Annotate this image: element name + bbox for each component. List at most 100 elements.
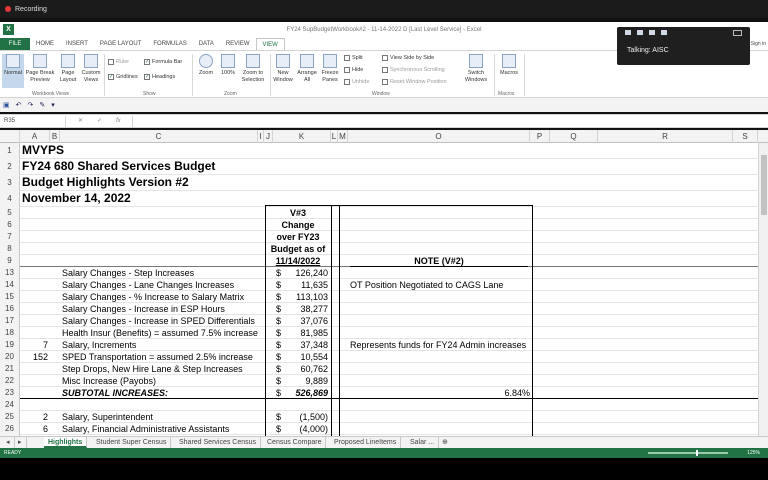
row-number[interactable]: 14 bbox=[0, 279, 20, 291]
cell-k[interactable]: (4,000) bbox=[282, 423, 328, 435]
cell-currency[interactable]: $ bbox=[276, 339, 281, 351]
cell-c[interactable]: Salary Changes - Increase in ESP Hours bbox=[62, 303, 225, 315]
cell-k[interactable]: 10,554 bbox=[282, 351, 328, 363]
formula-input[interactable] bbox=[132, 116, 764, 127]
row-number[interactable]: 4 bbox=[0, 191, 20, 207]
name-box[interactable]: R35 bbox=[2, 116, 66, 127]
cell-k[interactable]: (1,500) bbox=[282, 411, 328, 423]
cell-k[interactable]: 11,635 bbox=[282, 279, 328, 291]
freeze-panes-button[interactable]: Freeze Panes bbox=[319, 54, 341, 88]
sheet-tab-highlights[interactable]: Highlights bbox=[44, 437, 88, 448]
switch-windows-button[interactable]: Switch Windows bbox=[460, 54, 492, 88]
cell-currency[interactable]: $ bbox=[276, 267, 281, 279]
zoom-button[interactable]: Zoom bbox=[195, 54, 217, 88]
cell-currency[interactable]: $ bbox=[276, 363, 281, 375]
cell-a[interactable]: 152 bbox=[20, 351, 48, 363]
row-number[interactable]: 25 bbox=[0, 411, 20, 423]
cell-c[interactable]: SPED Transportation = assumed 2.5% incre… bbox=[62, 351, 253, 363]
note-header[interactable]: NOTE (V#2) bbox=[350, 255, 528, 267]
cell-k[interactable]: 126,240 bbox=[282, 267, 328, 279]
header-cell[interactable]: Budget as of bbox=[266, 243, 330, 255]
sign-in-link[interactable]: Sign in bbox=[751, 38, 766, 50]
tab-formulas[interactable]: FORMULAS bbox=[147, 38, 192, 50]
tab-insert[interactable]: INSERT bbox=[60, 38, 94, 50]
enter-icon[interactable]: ✓ bbox=[97, 116, 102, 127]
cell-a[interactable] bbox=[20, 291, 48, 303]
cell-currency[interactable]: $ bbox=[276, 279, 281, 291]
cell-a[interactable] bbox=[20, 303, 48, 315]
cell-k[interactable]: 38,277 bbox=[282, 303, 328, 315]
cell-currency[interactable]: $ bbox=[276, 327, 281, 339]
cell-k[interactable] bbox=[282, 399, 328, 411]
cell-currency[interactable]: $ bbox=[276, 423, 281, 435]
zoom-100-button[interactable]: 100% bbox=[218, 54, 238, 88]
cell-c[interactable]: SUBTOTAL INCREASES: bbox=[62, 387, 168, 399]
column-header[interactable]: B bbox=[50, 130, 60, 143]
cell-title[interactable]: FY24 680 Shared Services Budget bbox=[22, 159, 215, 173]
cancel-icon[interactable]: ✕ bbox=[78, 116, 83, 127]
redo-icon[interactable]: ↷ bbox=[28, 101, 34, 109]
cell-a[interactable] bbox=[20, 327, 48, 339]
synchronous-scrolling-button[interactable]: Synchronous Scrolling bbox=[382, 67, 445, 73]
macros-button[interactable]: Macros bbox=[497, 54, 521, 88]
row-number[interactable]: 8 bbox=[0, 243, 20, 255]
cell-currency[interactable]: $ bbox=[276, 291, 281, 303]
row-number[interactable]: 18 bbox=[0, 327, 20, 339]
row-number[interactable]: 6 bbox=[0, 219, 20, 231]
sheet-tab-student-super-census[interactable]: Student Super Census bbox=[92, 437, 172, 448]
tab-home[interactable]: HOME bbox=[30, 38, 60, 50]
column-header[interactable]: S bbox=[733, 130, 758, 143]
cell-title[interactable]: Budget Highlights Version #2 bbox=[22, 175, 189, 189]
row-number[interactable]: 23 bbox=[0, 387, 20, 399]
hide-button[interactable]: Hide bbox=[344, 67, 363, 73]
tab-file[interactable]: FILE bbox=[0, 38, 30, 50]
cell-k[interactable]: 37,076 bbox=[282, 315, 328, 327]
cell-currency[interactable]: $ bbox=[276, 411, 281, 423]
arrange-all-button[interactable]: Arrange All bbox=[296, 54, 318, 88]
scroll-right-icon[interactable]: ▸ bbox=[14, 437, 27, 448]
cell-a[interactable] bbox=[20, 363, 48, 375]
zoom-level[interactable]: 125% bbox=[747, 448, 760, 458]
excel-icon[interactable]: X bbox=[3, 24, 14, 35]
column-header[interactable]: L bbox=[331, 130, 338, 143]
cell-percent[interactable]: 6.84% bbox=[470, 387, 530, 399]
cell-k[interactable]: 37,348 bbox=[282, 339, 328, 351]
cell-currency[interactable]: $ bbox=[276, 387, 281, 399]
cell-k[interactable]: 81,985 bbox=[282, 327, 328, 339]
select-all-corner[interactable] bbox=[0, 130, 20, 143]
zoom-to-selection-button[interactable]: Zoom to Selection bbox=[238, 54, 268, 88]
vertical-scrollbar[interactable] bbox=[758, 143, 768, 436]
normal-view-button[interactable]: Normal bbox=[2, 54, 24, 88]
gallery-view-icon[interactable] bbox=[637, 30, 643, 35]
speaker-view-icon[interactable] bbox=[625, 30, 631, 35]
row-number[interactable]: 15 bbox=[0, 291, 20, 303]
cell-c[interactable]: Salary, Superintendent bbox=[62, 411, 153, 423]
cell-a[interactable]: 7 bbox=[20, 339, 48, 351]
formula-bar-checkbox[interactable]: ✓ Formula Bar bbox=[144, 59, 182, 65]
new-window-button[interactable]: New Window bbox=[272, 54, 294, 88]
gridlines-checkbox[interactable]: ✓ Gridlines bbox=[108, 74, 138, 80]
sheet-tab-proposed-lineitems[interactable]: Proposed LineItems bbox=[330, 437, 402, 448]
cell-a[interactable] bbox=[20, 267, 48, 279]
cell-a[interactable] bbox=[20, 399, 48, 411]
sheet-tab-shared-services-census[interactable]: Shared Services Census bbox=[175, 437, 262, 448]
tab-page-layout[interactable]: PAGE LAYOUT bbox=[94, 38, 147, 50]
headings-checkbox[interactable]: ✓ Headings bbox=[144, 74, 175, 80]
column-header[interactable]: P bbox=[530, 130, 550, 143]
unhide-button[interactable]: Unhide bbox=[344, 79, 369, 85]
header-cell[interactable]: 11/14/2022 bbox=[266, 255, 330, 267]
cell-title[interactable]: MVYPS bbox=[22, 143, 64, 157]
tab-view[interactable]: VIEW bbox=[255, 38, 285, 50]
format-painter-icon[interactable]: ✎ bbox=[39, 101, 45, 109]
cell-c[interactable]: Salary Changes - Step Increases bbox=[62, 267, 194, 279]
column-header[interactable]: R bbox=[598, 130, 733, 143]
cell-note[interactable]: Represents funds for FY24 Admin increase… bbox=[350, 339, 526, 351]
column-header[interactable]: O bbox=[348, 130, 530, 143]
row-number[interactable]: 16 bbox=[0, 303, 20, 315]
minimize-icon[interactable] bbox=[649, 30, 655, 35]
sheet-tab-salar[interactable]: Salar ... bbox=[406, 437, 440, 448]
row-number[interactable]: 3 bbox=[0, 175, 20, 191]
column-header[interactable]: J bbox=[264, 130, 273, 143]
column-header[interactable]: Q bbox=[550, 130, 598, 143]
tab-data[interactable]: DATA bbox=[193, 38, 220, 50]
